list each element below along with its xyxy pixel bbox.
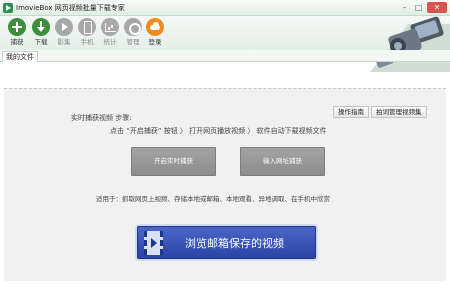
phone-button[interactable]: 手机 [75,18,99,50]
start-capture-button[interactable]: 开启实时捕获 [131,147,216,176]
tab-strip: 我的文件 [0,50,450,62]
album-label: 影集 [57,38,71,46]
chart-icon [101,18,119,36]
download-icon [32,18,50,36]
play-icon [55,18,73,36]
steps-title: 实时捕获视频 步骤: [71,114,132,122]
download-label: 下载 [34,38,48,46]
download-button[interactable]: 下载 [29,18,53,50]
maximize-button[interactable]: □ [412,2,425,13]
minimize-button[interactable]: – [398,2,411,13]
manage-videos-button[interactable]: 拍词管理视频集 [371,106,427,118]
manage-button[interactable]: 管理 [121,18,145,50]
film-icon [144,231,163,255]
phone-label: 手机 [80,38,94,46]
album-button[interactable]: 影集 [52,18,76,50]
stats-button[interactable]: 统计 [98,18,122,50]
login-button[interactable]: 登录 [143,18,167,50]
manage-label: 管理 [126,38,140,46]
capture-label: 捕获 [10,38,24,46]
cloud-icon [146,18,164,36]
window-title: ImovieBox 网页视频批量下载专家 [16,4,125,12]
camera-decoration [368,14,450,72]
close-button[interactable]: ✕ [427,2,447,13]
phone-icon [78,18,96,36]
login-label: 登录 [148,38,162,46]
gear-icon [124,18,142,36]
capture-button[interactable]: 捕获 [5,18,29,50]
app-logo-icon [3,3,13,13]
steps-description: 点击 “开启捕获” 按钮 〉 打开网页播放视频 〉 软件自动下载视频文件 [110,127,327,135]
operation-guide-button[interactable]: 操作指南 [333,106,369,118]
plus-icon [8,18,26,36]
tab-my-files[interactable]: 我的文件 [2,51,38,62]
browse-mail-videos-button[interactable]: 浏览邮箱保存的视频 [137,226,316,259]
usage-text: 适用于：抓取网页上视频、存储本地或邮箱、本地观看、异地调取、在手机中欣赏 [96,195,330,203]
stats-label: 统计 [103,38,117,46]
url-capture-button[interactable]: 输入网址捕获 [240,147,325,176]
browse-mail-label: 浏览邮箱保存的视频 [185,237,284,250]
